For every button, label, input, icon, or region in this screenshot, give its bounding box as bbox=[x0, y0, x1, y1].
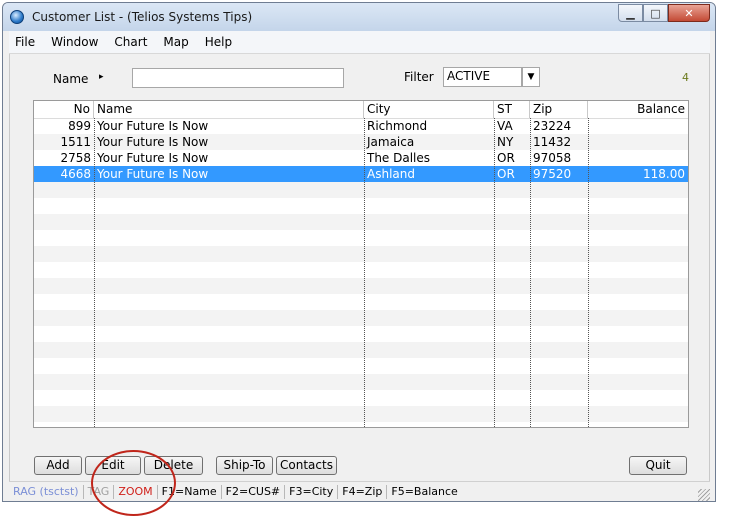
column-divider bbox=[588, 118, 589, 427]
status-f2-cus: F2=CUS# bbox=[222, 484, 286, 499]
menu-map[interactable]: Map bbox=[155, 35, 196, 49]
column-header-zip[interactable]: Zip bbox=[530, 101, 588, 118]
status-rag: RAG (tsctst) bbox=[9, 484, 84, 499]
filter-dropdown-button[interactable]: ▼ bbox=[522, 67, 540, 87]
window-title: Customer List - (Telios Systems Tips) bbox=[32, 10, 253, 24]
status-f5-balance: F5=Balance bbox=[391, 484, 458, 498]
cell-city: Ashland bbox=[367, 167, 415, 181]
name-arrow-icon: ▸ bbox=[99, 72, 104, 82]
quit-button[interactable]: Quit bbox=[629, 456, 687, 475]
status-f4-zip: F4=Zip bbox=[338, 484, 388, 499]
minimize-button[interactable]: ▁ bbox=[618, 4, 643, 22]
table-row[interactable]: 2758 Your Future Is Now The Dalles OR 97… bbox=[34, 150, 688, 166]
empty-row bbox=[34, 406, 688, 422]
chevron-down-icon: ▼ bbox=[527, 72, 535, 82]
empty-row bbox=[34, 374, 688, 390]
minimize-icon: ▁ bbox=[626, 6, 635, 20]
caption-buttons: ▁ □ ✕ bbox=[618, 4, 710, 23]
table-row-selected[interactable]: 4668 Your Future Is Now Ashland OR 97520… bbox=[34, 166, 688, 182]
cell-no: 2758 bbox=[60, 151, 91, 165]
record-count: 4 bbox=[682, 71, 689, 84]
cell-st: NY bbox=[497, 135, 514, 149]
cell-zip: 11432 bbox=[533, 135, 572, 149]
menu-help[interactable]: Help bbox=[197, 35, 240, 49]
cell-zip: 97520 bbox=[533, 167, 572, 181]
name-label: Name bbox=[53, 72, 89, 86]
empty-row bbox=[34, 278, 688, 294]
cell-zip: 23224 bbox=[533, 119, 572, 133]
column-header-st[interactable]: ST bbox=[494, 101, 530, 118]
status-tag: TAG bbox=[84, 484, 115, 499]
title-bar[interactable]: Customer List - (Telios Systems Tips) ▁ … bbox=[3, 3, 715, 31]
cell-balance bbox=[588, 150, 688, 166]
cell-name: Your Future Is Now bbox=[97, 151, 209, 165]
cell-city: The Dalles bbox=[367, 151, 431, 165]
menu-bar: File Window Chart Map Help bbox=[9, 31, 710, 54]
delete-button[interactable]: Delete bbox=[144, 456, 203, 475]
cell-no: 4668 bbox=[60, 167, 91, 181]
cell-st: OR bbox=[497, 167, 515, 181]
filter-select[interactable]: ACTIVE bbox=[443, 67, 522, 87]
empty-row bbox=[34, 214, 688, 230]
column-divider bbox=[530, 118, 531, 427]
cell-st: VA bbox=[497, 119, 513, 133]
grid-header: No Name City ST Zip Balance bbox=[34, 101, 688, 119]
status-zoom: ZOOM bbox=[114, 484, 158, 499]
column-divider bbox=[94, 118, 95, 427]
customer-list-window: Customer List - (Telios Systems Tips) ▁ … bbox=[2, 2, 716, 502]
resize-grip-icon[interactable] bbox=[698, 489, 710, 501]
globe-app-icon[interactable] bbox=[10, 10, 24, 24]
column-divider bbox=[364, 118, 365, 427]
ship-to-button[interactable]: Ship-To bbox=[216, 456, 273, 475]
status-f1-name: F1=Name bbox=[158, 484, 222, 499]
edit-button[interactable]: Edit bbox=[85, 456, 141, 475]
status-bar: RAG (tsctst) TAG ZOOM F1=Name F2=CUS# F3… bbox=[9, 481, 710, 501]
maximize-button[interactable]: □ bbox=[643, 4, 668, 22]
customer-grid[interactable]: No Name City ST Zip Balance 899 Your Fut… bbox=[33, 100, 689, 428]
cell-zip: 97058 bbox=[533, 151, 572, 165]
menu-window[interactable]: Window bbox=[43, 35, 106, 49]
cell-st: OR bbox=[497, 151, 515, 165]
client-area: Name ▸ Filter ACTIVE ▼ 4 No Name City ST… bbox=[9, 54, 710, 481]
name-search-input[interactable] bbox=[132, 68, 344, 88]
column-header-name[interactable]: Name bbox=[94, 101, 364, 118]
table-row[interactable]: 899 Your Future Is Now Richmond VA 23224 bbox=[34, 118, 688, 134]
empty-row bbox=[34, 310, 688, 326]
table-row[interactable]: 1511 Your Future Is Now Jamaica NY 11432 bbox=[34, 134, 688, 150]
contacts-button[interactable]: Contacts bbox=[276, 456, 337, 475]
menu-chart[interactable]: Chart bbox=[106, 35, 155, 49]
cell-city: Richmond bbox=[367, 119, 428, 133]
filter-label: Filter bbox=[404, 70, 434, 84]
cell-name: Your Future Is Now bbox=[97, 167, 209, 181]
add-button[interactable]: Add bbox=[34, 456, 82, 475]
status-f3-city: F3=City bbox=[285, 484, 339, 499]
column-divider bbox=[494, 118, 495, 427]
maximize-icon: □ bbox=[650, 6, 661, 20]
grid-body: 899 Your Future Is Now Richmond VA 23224… bbox=[34, 118, 688, 427]
cell-no: 899 bbox=[68, 119, 91, 133]
empty-row bbox=[34, 246, 688, 262]
cell-balance bbox=[588, 118, 688, 134]
close-icon: ✕ bbox=[684, 6, 694, 20]
empty-row bbox=[34, 182, 688, 198]
close-button[interactable]: ✕ bbox=[668, 4, 710, 22]
cell-no: 1511 bbox=[60, 135, 91, 149]
column-header-balance[interactable]: Balance bbox=[588, 101, 688, 118]
menu-file[interactable]: File bbox=[9, 35, 43, 49]
empty-row bbox=[34, 342, 688, 358]
cell-city: Jamaica bbox=[367, 135, 415, 149]
cell-name: Your Future Is Now bbox=[97, 119, 209, 133]
column-header-city[interactable]: City bbox=[364, 101, 494, 118]
column-header-no[interactable]: No bbox=[34, 101, 94, 118]
cell-name: Your Future Is Now bbox=[97, 135, 209, 149]
cell-balance bbox=[588, 134, 688, 150]
cell-balance: 118.00 bbox=[643, 167, 685, 181]
